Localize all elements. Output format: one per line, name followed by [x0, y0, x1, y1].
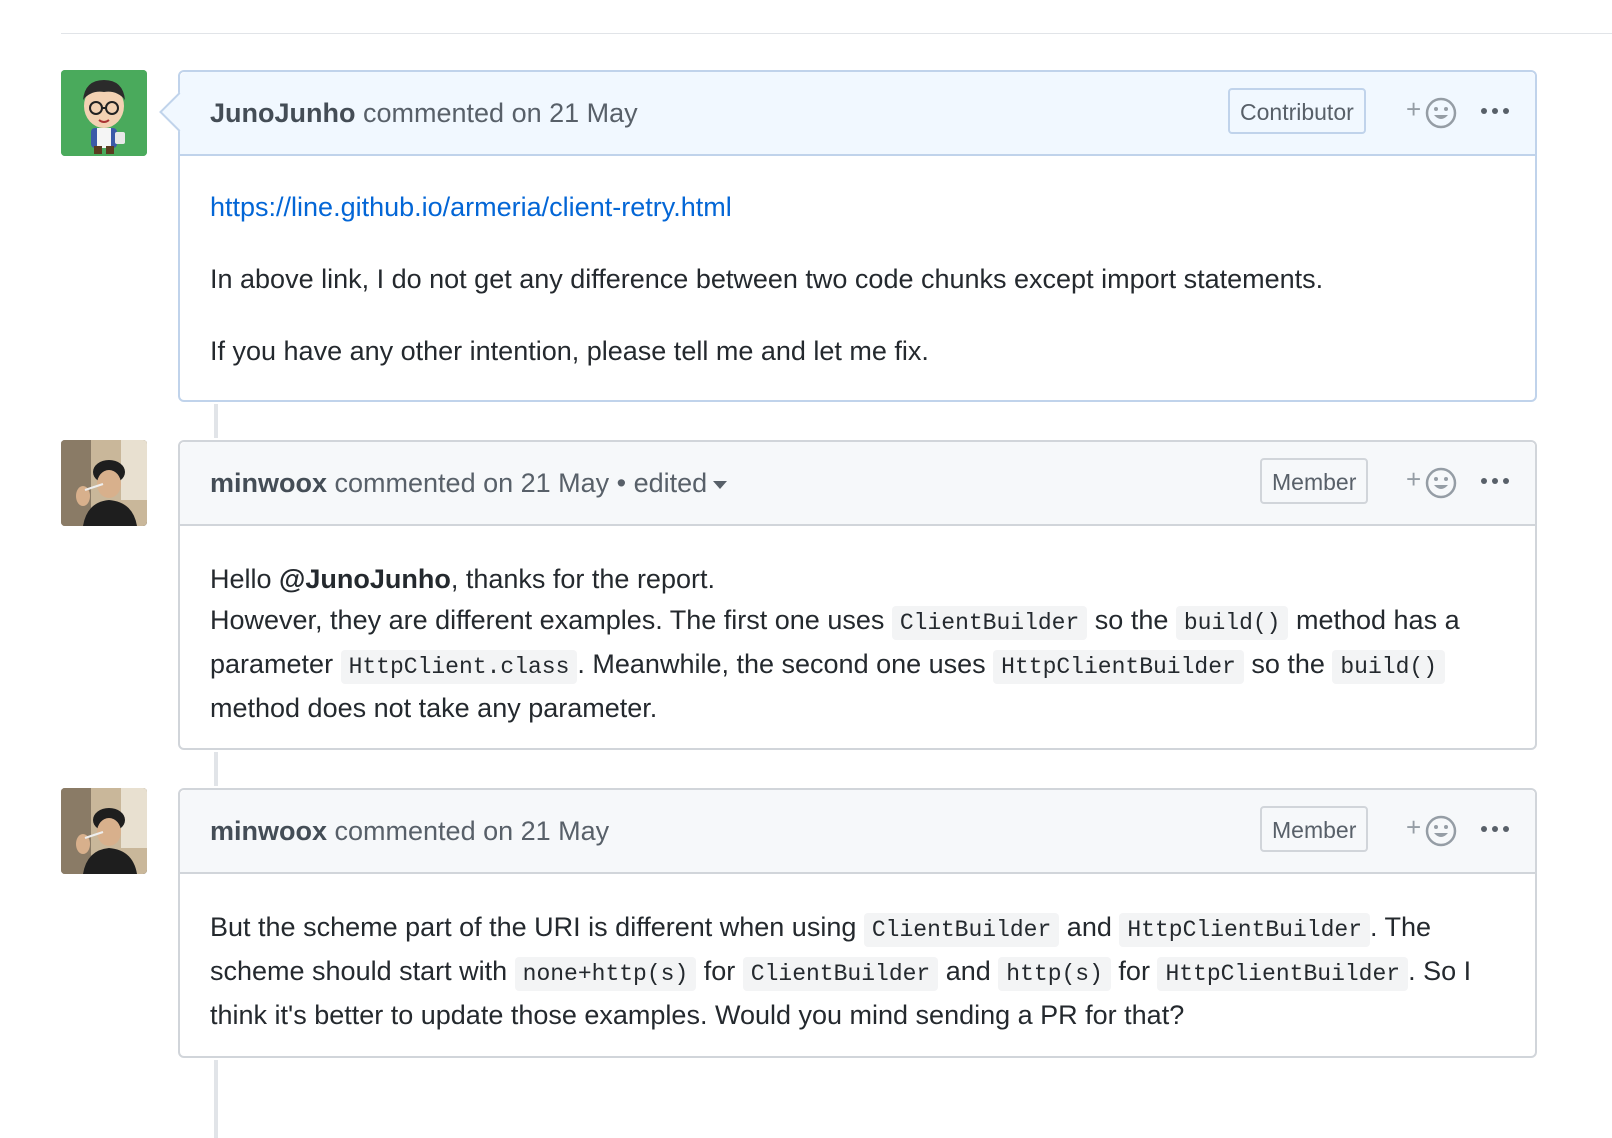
- text-span: so the: [1243, 649, 1333, 679]
- add-reaction-button[interactable]: +: [1406, 810, 1462, 850]
- comment-paragraph: If you have any other intention, please …: [210, 336, 929, 366]
- inline-code: ClientBuilder: [742, 957, 939, 991]
- kebab-horizontal-icon: [1481, 108, 1509, 114]
- inline-code: HttpClientBuilder: [993, 650, 1244, 684]
- inline-code: http(s): [998, 957, 1111, 991]
- caret-down-icon: [713, 480, 728, 489]
- more-options-button[interactable]: [1480, 466, 1510, 496]
- comment-header: JunoJunho commented on 21 May Contributo…: [159, 72, 1535, 156]
- smiley-icon: [1425, 97, 1457, 129]
- role-badge: Member: [1260, 806, 1369, 852]
- comment-action: commented: [327, 468, 484, 498]
- comment-date[interactable]: on 21 May: [483, 816, 609, 846]
- text-span: and: [1059, 912, 1120, 942]
- comment-header-text: minwoox commented on 21 May: [210, 816, 609, 847]
- more-options-button[interactable]: [1480, 814, 1510, 844]
- text-span: and: [938, 956, 999, 986]
- add-reaction-button[interactable]: +: [1406, 92, 1462, 132]
- comment-action: commented: [327, 816, 484, 846]
- comment-card: JunoJunho commented on 21 May Contributo…: [159, 70, 1537, 402]
- role-badge: Member: [1260, 458, 1369, 504]
- comment-paragraph: In above link, I do not get any differen…: [210, 264, 1324, 294]
- photo-avatar-icon: [61, 788, 147, 874]
- inline-code: HttpClientBuilder: [1157, 957, 1409, 991]
- text-span: . Meanwhile, the second one uses: [577, 649, 994, 679]
- cartoon-avatar-icon: [61, 70, 147, 156]
- avatar-junojunho[interactable]: [61, 70, 147, 156]
- plus-icon: +: [1406, 464, 1422, 494]
- smiley-icon: [1425, 467, 1457, 499]
- text-span: Hello: [210, 564, 280, 594]
- comment-card: minwoox commented on 21 May • edited Mem…: [178, 440, 1537, 750]
- inline-code: HttpClientBuilder: [1119, 913, 1370, 947]
- inline-code: ClientBuilder: [863, 913, 1060, 947]
- comment-body: Hello @JunoJunho, thanks for the report.…: [180, 526, 1535, 729]
- inline-code: build(): [1332, 650, 1445, 684]
- plus-icon: +: [1406, 94, 1422, 124]
- timeline-connector: [214, 752, 218, 786]
- plus-icon: +: [1406, 812, 1422, 842]
- comment-body: https://line.github.io/armeria/client-re…: [180, 156, 1535, 372]
- comment-author[interactable]: JunoJunho: [210, 98, 355, 128]
- comment-link[interactable]: https://line.github.io/armeria/client-re…: [210, 192, 732, 222]
- edited-dropdown[interactable]: • edited: [609, 468, 728, 498]
- user-mention-link[interactable]: @JunoJunho: [279, 564, 451, 594]
- comment-action: commented: [355, 98, 512, 128]
- comment-card: minwoox commented on 21 May Member + But…: [178, 788, 1537, 1058]
- comment-header-text: JunoJunho commented on 21 May: [210, 98, 638, 129]
- text-span: However, they are different examples. Th…: [210, 605, 892, 635]
- inline-code: HttpClient.class: [340, 650, 578, 684]
- add-reaction-button[interactable]: +: [1406, 462, 1462, 502]
- comment-header-text: minwoox commented on 21 May • edited: [210, 468, 728, 499]
- photo-avatar-icon: [61, 440, 147, 526]
- text-span: method does not take any parameter.: [210, 693, 658, 723]
- kebab-horizontal-icon: [1481, 826, 1509, 832]
- text-span: But the scheme part of the URI is differ…: [210, 912, 864, 942]
- comment-author[interactable]: minwoox: [210, 816, 327, 846]
- timeline-connector: [214, 1060, 218, 1138]
- text-span: for: [696, 956, 743, 986]
- avatar-minwoox[interactable]: [61, 788, 147, 874]
- text-span: for: [1110, 956, 1158, 986]
- more-options-button[interactable]: [1480, 96, 1510, 126]
- comment-header: minwoox commented on 21 May • edited Mem…: [180, 442, 1535, 526]
- comment-date[interactable]: on 21 May: [483, 468, 609, 498]
- text-span: , thanks for the report.: [450, 564, 715, 594]
- comment-author[interactable]: minwoox: [210, 468, 327, 498]
- comment-pointer: [159, 92, 199, 132]
- text-span: so the: [1087, 605, 1176, 635]
- role-badge: Contributor: [1228, 88, 1366, 134]
- comment-body: But the scheme part of the URI is differ…: [180, 874, 1535, 1036]
- timeline-divider: [61, 33, 1612, 34]
- smiley-icon: [1425, 815, 1457, 847]
- comment-date[interactable]: on 21 May: [512, 98, 638, 128]
- inline-code: none+http(s): [514, 957, 697, 991]
- comment-paragraph: Hello @JunoJunho, thanks for the report.…: [210, 559, 1505, 729]
- inline-code: ClientBuilder: [891, 606, 1088, 640]
- avatar-minwoox[interactable]: [61, 440, 147, 526]
- inline-code: build(): [1175, 606, 1289, 640]
- kebab-horizontal-icon: [1481, 478, 1509, 484]
- edited-label: • edited: [609, 468, 708, 498]
- timeline-connector: [214, 404, 218, 438]
- comment-paragraph: But the scheme part of the URI is differ…: [210, 907, 1505, 1036]
- comment-header: minwoox commented on 21 May Member +: [180, 790, 1535, 874]
